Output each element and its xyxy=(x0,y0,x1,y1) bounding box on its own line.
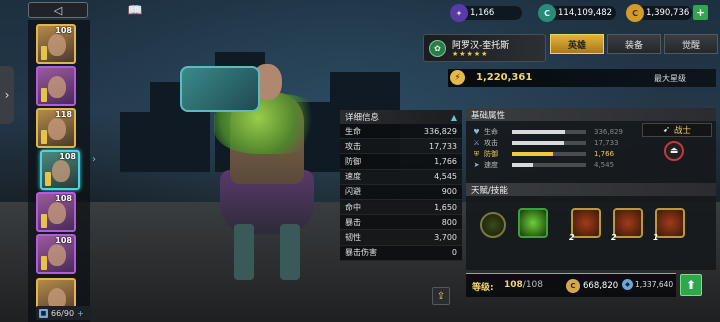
base-attrs: ➹ 战士 ♥ 生命 336,829 ⚔ 攻击 17,733 ⛨ 防御 1,766… xyxy=(466,121,716,183)
credits-counter[interactable]: C 114,109,482 xyxy=(538,4,616,22)
hero-stars: ★★★★★ xyxy=(452,50,489,58)
back-button[interactable]: ◁ xyxy=(28,2,88,18)
energy-value: 1,166 xyxy=(470,8,495,18)
level-up-button[interactable]: ⬆ xyxy=(680,274,702,296)
detail-row: 命中 1,650 xyxy=(340,200,462,216)
skill-icon[interactable]: 2 xyxy=(569,208,601,242)
base-attrs-header: 基础属性 xyxy=(466,108,716,121)
hero-card[interactable]: 118 xyxy=(36,108,76,148)
attr-row: ⛨ 防御 1,766 xyxy=(473,149,615,159)
heart-icon: ♥ xyxy=(473,128,480,136)
selected-arrow-icon: › xyxy=(92,154,96,165)
skill-count: 2 xyxy=(611,233,617,242)
share-button[interactable]: ⇪ xyxy=(432,287,450,305)
hero-level: 108 xyxy=(59,152,76,161)
shield-icon: ⛨ xyxy=(473,149,480,158)
exp-icon: ◆ xyxy=(622,279,633,290)
hero-level: 108 xyxy=(55,194,72,203)
max-star-label: 最大星级 xyxy=(654,74,686,83)
roster-icon: ■ xyxy=(39,308,48,318)
detail-row: 生命 336,829 xyxy=(340,124,462,140)
gold-value: 1,390,736 xyxy=(646,8,690,18)
detail-title: 详细信息 xyxy=(345,113,380,123)
level-label: 等级: xyxy=(472,283,494,293)
roster-count: ■ 66/90 + xyxy=(36,306,92,320)
hero-roster: 108 118 108 108 108 xyxy=(28,20,90,322)
gold-coin-icon: C xyxy=(566,279,580,293)
skill-icon[interactable]: 2 xyxy=(611,208,643,242)
attributes-panel: 基础属性 ➹ 战士 ♥ 生命 336,829 ⚔ 攻击 17,733 ⛨ 防御 … xyxy=(466,108,716,270)
roster-count-value: 66/90 xyxy=(51,308,75,318)
credits-value: 114,109,482 xyxy=(558,8,613,18)
detail-row: 攻击 17,733 xyxy=(340,139,462,155)
faction-emblem-icon: ✿ xyxy=(429,40,446,57)
role-badge: ➹ 战士 xyxy=(642,123,712,137)
tab-awaken[interactable]: 觉醒 xyxy=(664,34,718,54)
level-value: 108/108 xyxy=(504,280,544,290)
hero-card[interactable]: 108 xyxy=(36,24,76,64)
tab-equipment[interactable]: 装备 xyxy=(607,34,661,54)
hero-level: 108 xyxy=(55,236,72,245)
talent-icon[interactable] xyxy=(480,212,506,238)
spear-icon: ➹ xyxy=(662,125,671,135)
collapse-icon[interactable]: ▲ xyxy=(451,113,457,122)
exp-cost: ◆ 1,337,640 xyxy=(622,279,673,290)
hero-figure xyxy=(180,54,350,282)
detail-panel: 详细信息 ▲ 生命 336,829 攻击 17,733 防御 1,766 速度 4,54… xyxy=(340,110,462,261)
power-bar: ⚡ 1,220,361 最大星级 xyxy=(448,69,716,87)
skills-row: 2 2 1 xyxy=(466,196,716,266)
role-info-button[interactable]: ⏏ xyxy=(664,141,684,161)
book-icon[interactable]: 📖 xyxy=(126,2,144,18)
credits-icon: C xyxy=(538,4,556,22)
hero-card[interactable]: 108 xyxy=(36,192,76,232)
sword-icon: ⚔ xyxy=(473,139,480,147)
side-expand-tab[interactable]: › xyxy=(0,66,14,124)
hero-card[interactable]: 108 xyxy=(36,234,76,274)
skills-header: 天赋/技能 xyxy=(466,183,716,196)
hero-tabs: 英雄 装备 觉醒 xyxy=(550,34,718,54)
detail-row: 暴击 800 xyxy=(340,215,462,231)
energy-orb-icon: ✦ xyxy=(450,4,468,22)
skill-count: 2 xyxy=(569,233,575,242)
power-value: 1,220,361 xyxy=(476,72,533,83)
gold-counter[interactable]: C 1,390,736 + xyxy=(626,4,708,22)
skill-count: 1 xyxy=(653,233,659,242)
add-gold-button[interactable]: + xyxy=(693,5,708,20)
hero-card[interactable] xyxy=(36,66,76,106)
add-icon[interactable]: + xyxy=(77,309,84,318)
hero-card-selected[interactable]: 108 xyxy=(40,150,80,190)
detail-row: 防御 1,766 xyxy=(340,154,462,170)
detail-row: 暴击伤害 0 xyxy=(340,246,462,261)
detail-header[interactable]: 详细信息 ▲ xyxy=(340,110,462,124)
skill-icon[interactable] xyxy=(518,208,548,238)
detail-row: 闪避 900 xyxy=(340,185,462,200)
detail-row: 速度 4,545 xyxy=(340,170,462,185)
energy-counter[interactable]: ✦ 1,166 xyxy=(450,4,522,22)
hero-name-banner: ✿ 阿罗汉-奎托斯 ★★★★★ xyxy=(423,34,546,62)
power-icon: ⚡ xyxy=(450,70,465,85)
speed-icon: ➤ xyxy=(473,161,480,169)
attr-row: ➤ 速度 4,545 xyxy=(473,161,615,169)
skill-icon[interactable]: 1 xyxy=(653,208,685,242)
gold-coin-icon: C xyxy=(626,4,644,22)
detail-row: 韧性 3,700 xyxy=(340,230,462,246)
role-label: 战士 xyxy=(674,126,692,136)
level-footer: 等级: 108/108 C 668,820 ◆ 1,337,640 xyxy=(466,273,676,297)
hero-level: 108 xyxy=(55,26,72,35)
tab-hero[interactable]: 英雄 xyxy=(550,34,604,54)
gold-cost: C 668,820 xyxy=(566,278,618,294)
hero-level: 118 xyxy=(55,110,72,119)
attr-row: ♥ 生命 336,829 xyxy=(473,128,623,136)
attr-row: ⚔ 攻击 17,733 xyxy=(473,139,619,147)
